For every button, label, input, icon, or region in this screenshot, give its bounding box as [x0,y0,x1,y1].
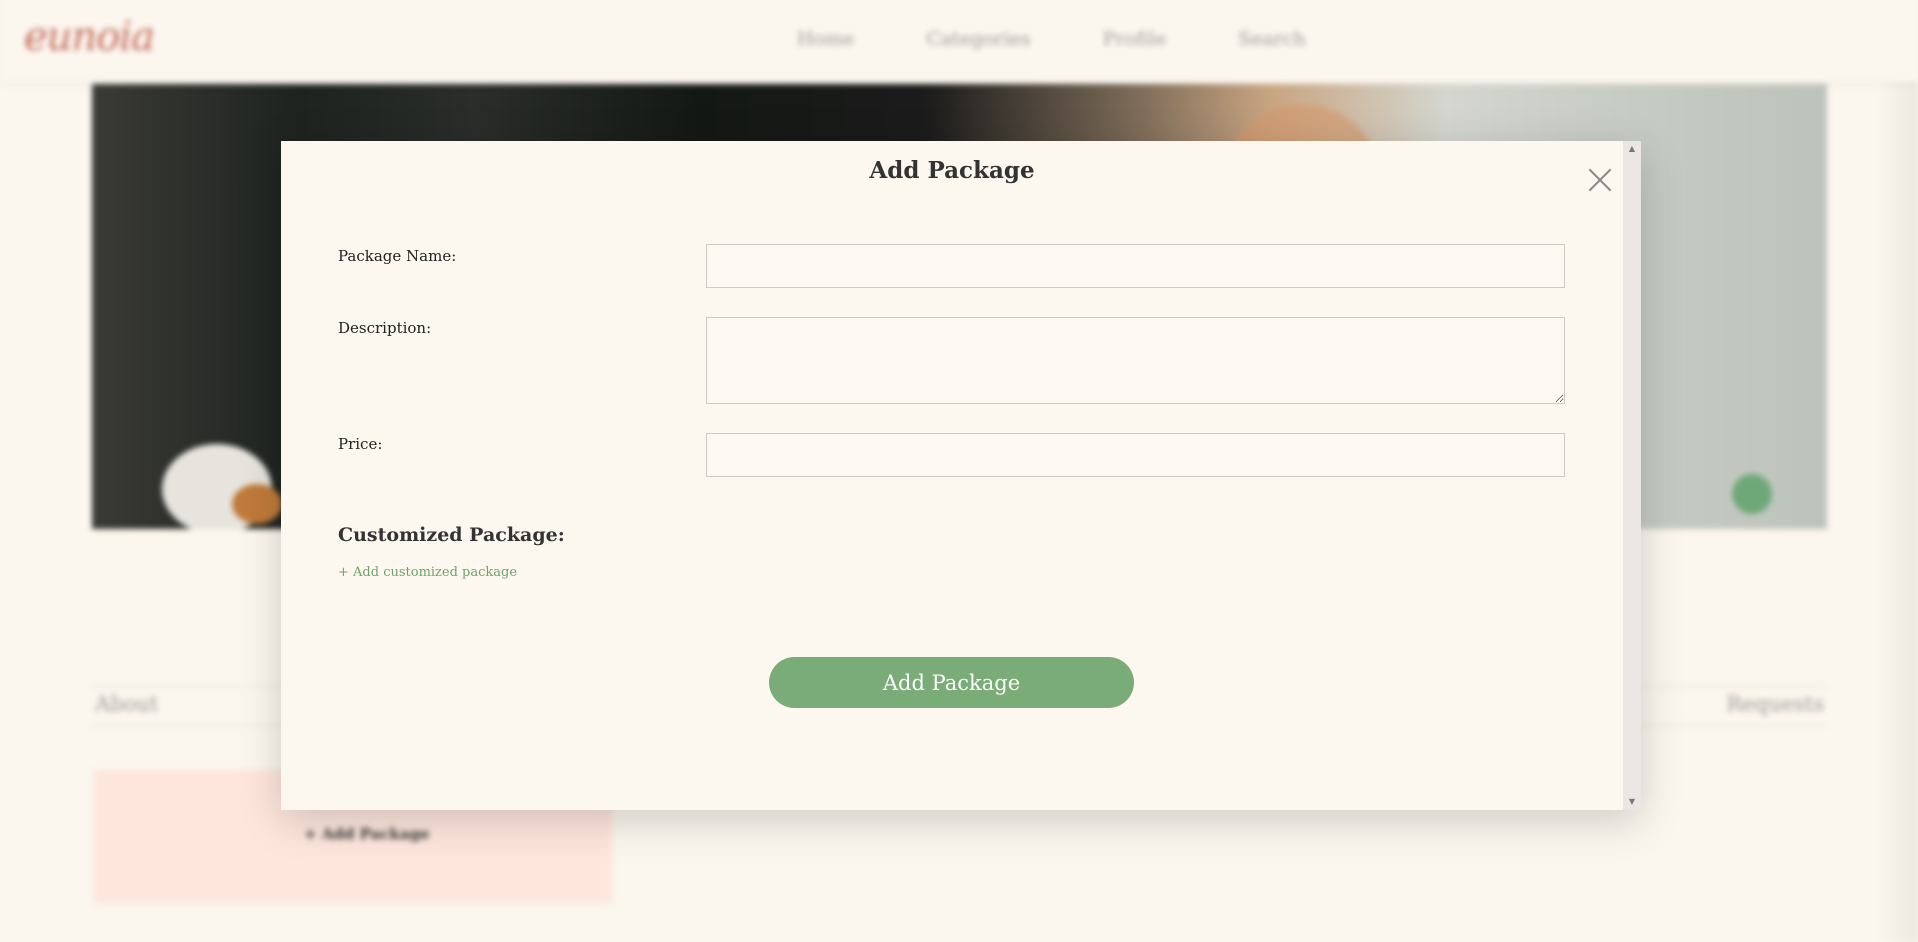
main-nav: Home Categories Profile Search [797,28,1306,50]
add-customized-package-link[interactable]: + Add customized package [338,565,517,580]
nav-search[interactable]: Search [1238,28,1306,50]
scroll-up-icon[interactable]: ▲ [1623,143,1641,155]
tab-about[interactable]: About [95,692,158,716]
description-textarea[interactable] [706,317,1565,404]
add-package-submit-button[interactable]: Add Package [769,657,1134,708]
nav-home[interactable]: Home [797,28,854,50]
close-icon[interactable] [1587,167,1613,193]
modal-title: Add Package [869,157,1035,184]
carousel-dot-icon[interactable] [1732,474,1772,514]
top-navbar: eunoia Home Categories Profile Search [0,0,1918,82]
brand-logo[interactable]: eunoia [24,14,155,60]
package-name-input[interactable] [706,244,1565,288]
customized-package-heading: Customized Package: [338,524,565,546]
description-label: Description: [338,319,432,337]
nav-profile[interactable]: Profile [1103,28,1166,50]
modal-scrollbar[interactable]: ▲ ▼ [1623,141,1641,810]
add-package-card-label: + Add Package [304,825,430,843]
package-name-label: Package Name: [338,247,457,265]
add-package-modal: Add Package Package Name: Description: P… [281,141,1641,810]
nav-categories[interactable]: Categories [926,28,1031,50]
price-label: Price: [338,435,383,453]
price-input[interactable] [706,433,1565,477]
scroll-down-icon[interactable]: ▼ [1623,796,1641,808]
tab-requests[interactable]: Requests [1726,692,1824,716]
